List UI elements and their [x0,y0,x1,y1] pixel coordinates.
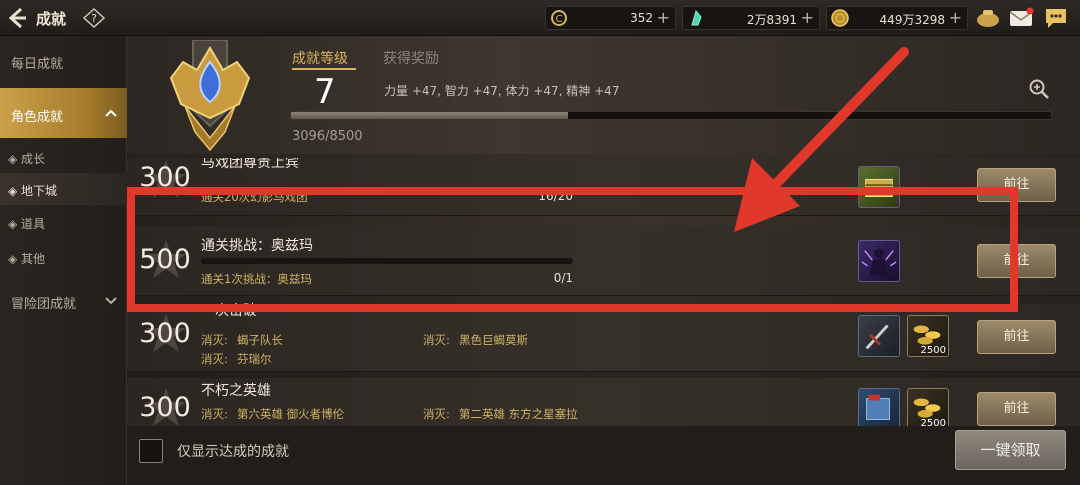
help-icon[interactable]: ? [83,8,105,28]
only-done-checkbox[interactable] [139,439,163,463]
condition-label: 消灭: [201,407,228,421]
sidebar-item-other[interactable]: ◈ 其他 [0,241,127,273]
achievement-row: 300 一次击破 消灭: 蝎子队长 消灭: 黑色巨蝎莫斯 消灭: 芬瑞尔 250… [127,303,1080,372]
sidebar-item-label: 冒险团成就 [11,297,77,312]
add-resource-button[interactable]: + [801,8,814,27]
level-progress-bar [290,111,1052,120]
only-done-label: 仅显示达成的成就 [177,444,289,460]
add-resource-button[interactable]: + [657,8,670,27]
sidebar-item-daily[interactable]: 每日成就 [0,39,127,83]
resource-value: 2万8391 [746,13,797,27]
annotation-arrow-icon [734,47,909,232]
tab-rewards[interactable]: 获得奖励 [383,48,439,68]
sword-icon [865,324,889,350]
sidebar-item-label: ◈ 其他 [8,252,46,266]
achievement-level: 7 [314,72,336,112]
reward-quantity: 2500 [920,418,946,426]
top-bar: 成就 ? C 352 + 2万8391 + 449万3298 + [0,0,1080,36]
achievement-name: 不朽之英雄 [201,383,271,399]
achievement-points: 300 [139,392,191,423]
reward-gold-icon[interactable]: 2500 [907,388,949,426]
sidebar-item-label: ◈ 成长 [8,152,46,166]
condition-target: 芬瑞尔 [237,352,272,366]
achievement-row: 300 不朽之英雄 消灭: 第六英雄 御火者博伦 消灭: 第二英雄 东方之星塞拉… [127,378,1080,426]
sidebar-item-adventure[interactable]: 冒险团成就 [0,279,127,323]
book-icon [866,394,890,420]
condition-target: 第六英雄 御火者博伦 [237,407,345,421]
reward-item-icon[interactable] [858,388,900,426]
reward-item-icon[interactable] [858,315,900,357]
tab-achievement-level[interactable]: 成就等级 [292,48,348,68]
go-button[interactable]: 前往 [977,320,1056,354]
condition-label: 消灭: [201,333,228,347]
achievement-name: 马戏团尊贵上宾 [201,158,299,171]
zoom-in-icon[interactable] [1028,78,1050,100]
sidebar: 每日成就 角色成就 ◈ 成长 ◈ 地下城 ◈ 道具 ◈ 其他 冒险团成就 [0,36,127,485]
page-title: 成就 [36,10,67,28]
resource-value: 449万3298 [879,13,945,27]
condition-target: 第二英雄 东方之星塞拉 [459,407,578,421]
resource-crystal: 2万8391 + [682,6,820,30]
tab-underline [292,68,356,70]
mail-icon[interactable] [1008,6,1034,30]
condition-target: 黑色巨蝎莫斯 [459,333,528,347]
pot-icon[interactable] [975,6,1001,30]
level-progress-text: 3096/8500 [292,129,363,144]
achievement-emblem-icon [169,40,251,152]
gold-c-icon: C [551,10,567,26]
claim-all-button[interactable]: 一键领取 [955,430,1066,470]
back-arrow-icon[interactable] [6,6,28,30]
resource-gold: C 352 + [545,6,676,30]
crystal-icon [691,9,702,26]
stat-bonus: 力量 +47, 智力 +47, 体力 +47, 精神 +47 [384,84,620,98]
sidebar-item-label: 角色成就 [11,110,64,125]
sidebar-item-label: ◈ 地下城 [8,184,58,198]
sidebar-item-items[interactable]: ◈ 道具 [0,206,127,238]
svg-text:?: ? [91,12,97,25]
sidebar-item-dungeon[interactable]: ◈ 地下城 [0,173,127,205]
level-progress-fill [291,112,568,119]
go-button[interactable]: 前往 [977,392,1056,426]
chat-icon[interactable] [1043,6,1069,30]
sidebar-item-character[interactable]: 角色成就 [0,88,127,138]
condition-label: 消灭: [201,352,228,366]
sidebar-item-label: ◈ 道具 [8,217,46,231]
condition-target: 蝎子队长 [237,333,283,347]
chevron-down-icon [105,297,117,305]
svg-text:C: C [556,14,563,25]
reward-quantity: 2500 [920,345,946,356]
add-resource-button[interactable]: + [949,8,962,27]
condition-label: 消灭: [423,333,450,347]
sidebar-item-growth[interactable]: ◈ 成长 [0,141,127,173]
resource-value: 352 [630,11,653,25]
sidebar-item-label: 每日成就 [11,57,64,72]
chevron-up-icon [105,109,117,117]
condition-label: 消灭: [423,407,450,421]
coin-icon [831,9,849,27]
reward-gold-icon[interactable]: 2500 [907,315,949,357]
achievement-points: 300 [139,318,191,349]
resource-coin: 449万3298 + [826,6,968,30]
